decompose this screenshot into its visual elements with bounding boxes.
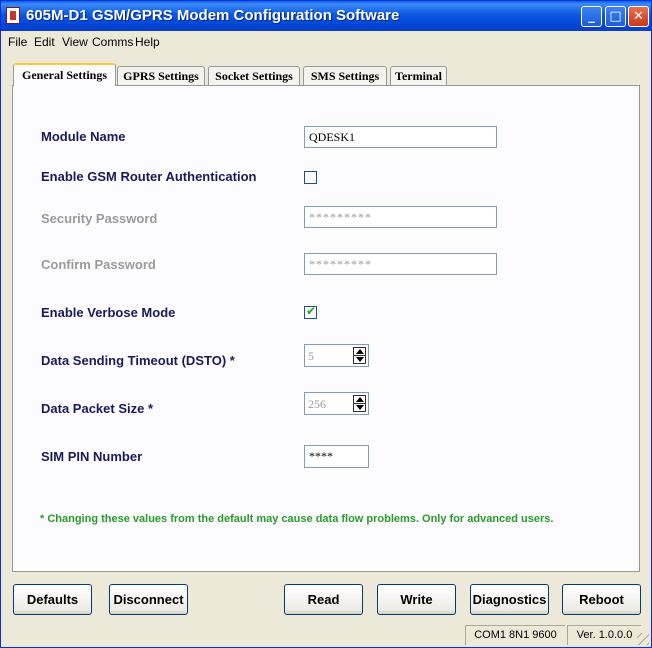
packet-size-spin-buttons[interactable] [353,395,366,412]
menu-help[interactable]: Help [135,35,160,49]
app-icon[interactable] [6,7,20,24]
diagnostics-button[interactable]: Diagnostics [470,584,549,615]
title-bar[interactable]: 605M-D1 GSM/GPRS Modem Configuration Sof… [1,1,651,31]
security-password-label: Security Password [41,211,158,226]
status-port: COM1 8N1 9600 [465,625,565,645]
verbose-mode-label: Enable Verbose Mode [41,305,176,320]
write-button[interactable]: Write [377,584,456,615]
confirm-password-label: Confirm Password [41,257,156,272]
tab-general-settings[interactable]: General Settings [13,63,116,86]
menu-view[interactable]: View [62,35,88,49]
module-name-field[interactable]: QDESK1 [304,126,497,148]
spin-up-icon[interactable] [356,397,364,402]
advanced-warning-note: * Changing these values from the default… [40,513,554,525]
minimize-button[interactable]: _ [581,6,602,27]
tab-socket-settings[interactable]: Socket Settings [208,66,300,85]
packet-size-label: Data Packet Size * [41,401,154,416]
defaults-button[interactable]: Defaults [13,584,92,615]
spin-down-icon[interactable] [356,357,364,362]
window-title: 605M-D1 GSM/GPRS Modem Configuration Sof… [26,7,400,24]
menu-bar: File Edit View Comms Help [1,31,651,52]
tab-gprs-settings[interactable]: GPRS Settings [117,66,205,85]
spin-down-icon[interactable] [356,405,364,410]
enable-auth-label: Enable GSM Router Authentication [41,169,257,184]
menu-file[interactable]: File [8,35,27,49]
confirm-password-field[interactable]: ********* [304,253,497,275]
menu-edit[interactable]: Edit [34,35,55,49]
sim-pin-label: SIM PIN Number [41,449,143,464]
dsto-label: Data Sending Timeout (DSTO) * [41,353,235,368]
dsto-value: 5 [308,349,314,363]
menu-comms[interactable]: Comms [92,35,133,49]
reboot-button[interactable]: Reboot [562,584,641,615]
close-button[interactable]: ✕ [628,6,649,27]
disconnect-button[interactable]: Disconnect [109,584,188,615]
sim-pin-field[interactable]: **** [304,445,369,468]
packet-size-value: 256 [308,397,326,411]
tab-sms-settings[interactable]: SMS Settings [303,66,387,85]
checkmark-icon: ✔ [306,304,317,318]
module-name-label: Module Name [41,129,126,144]
read-button[interactable]: Read [284,584,363,615]
verbose-mode-checkbox[interactable]: ✔ [304,304,317,319]
enable-auth-checkbox[interactable] [304,171,317,184]
dsto-stepper[interactable]: 5 [304,344,369,367]
status-version: Ver. 1.0.0.0 [567,625,641,645]
maximize-button[interactable]: □ [605,6,626,27]
resize-grip-icon[interactable] [637,633,649,645]
spin-up-icon[interactable] [356,349,364,354]
packet-size-stepper[interactable]: 256 [304,392,369,415]
general-settings-panel: Module Name QDESK1 Enable GSM Router Aut… [12,85,640,572]
app-window: 605M-D1 GSM/GPRS Modem Configuration Sof… [0,0,652,648]
security-password-field[interactable]: ********* [304,206,497,228]
tab-terminal[interactable]: Terminal [390,66,447,85]
dsto-spin-buttons[interactable] [353,347,366,364]
